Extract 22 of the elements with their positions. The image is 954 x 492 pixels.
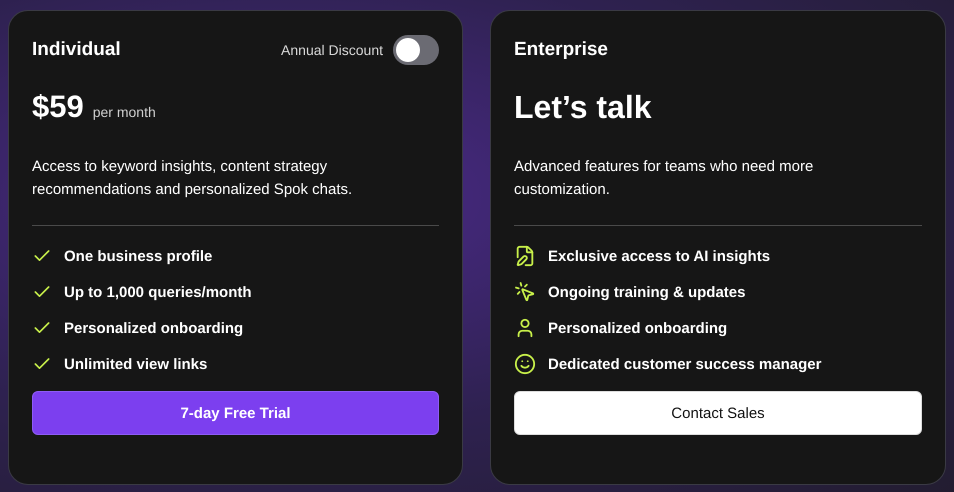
plan-description: Access to keyword insights, content strategy recommendations and personalized Spok chats. bbox=[32, 157, 354, 200]
annual-discount-toggle[interactable] bbox=[393, 35, 439, 65]
price: $59 bbox=[32, 89, 84, 125]
feature-text: Personalized onboarding bbox=[548, 320, 728, 336]
feature-text: Ongoing training & updates bbox=[548, 284, 746, 300]
feature-text: Dedicated customer success manager bbox=[548, 356, 822, 372]
feature-text: Unlimited view links bbox=[64, 356, 208, 372]
document-pen-icon bbox=[514, 245, 536, 267]
toggle-label: Annual Discount bbox=[281, 42, 383, 58]
feature-text: One business profile bbox=[64, 248, 212, 264]
plan-name: Individual bbox=[32, 39, 121, 61]
feature-text: Up to 1,000 queries/month bbox=[64, 284, 252, 300]
plan-name: Enterprise bbox=[514, 39, 608, 61]
cursor-click-icon bbox=[514, 281, 536, 303]
free-trial-button[interactable]: 7-day Free Trial bbox=[32, 391, 439, 435]
plan-description: Advanced features for teams who need more customization. bbox=[514, 157, 814, 200]
smiley-icon bbox=[514, 353, 536, 375]
feature-text: Personalized onboarding bbox=[64, 320, 244, 336]
price-period: per month bbox=[92, 104, 156, 120]
headline: Let’s talk bbox=[514, 89, 653, 127]
feature-text: Exclusive access to AI insights bbox=[548, 248, 770, 264]
contact-sales-button[interactable]: Contact Sales bbox=[514, 391, 922, 435]
